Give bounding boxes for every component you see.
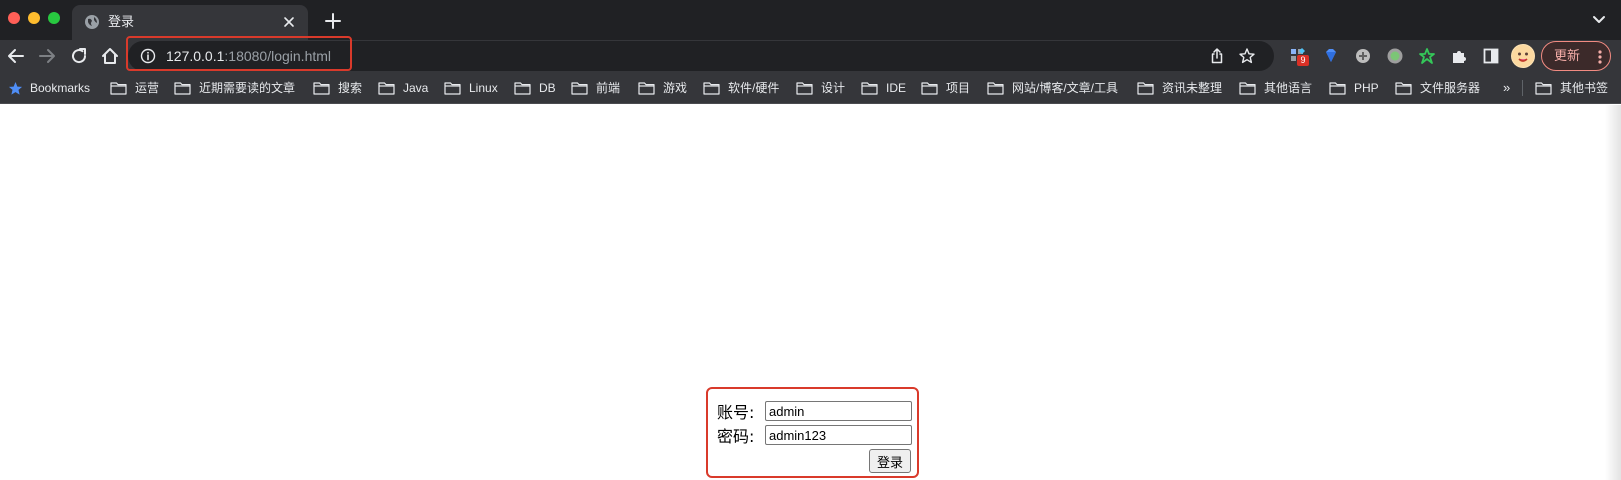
page-scroll-edge [1605, 105, 1621, 480]
bookmark-folder[interactable]: 资讯未整理 [1137, 79, 1222, 97]
bookmark-folder[interactable]: 软件/硬件 [703, 79, 779, 97]
folder-icon [444, 82, 461, 95]
profile-avatar[interactable] [1511, 44, 1535, 68]
home-icon[interactable] [98, 44, 122, 68]
bookmark-folder[interactable]: IDE [861, 79, 906, 97]
bookmark-folder[interactable]: PHP [1329, 79, 1379, 97]
bookmark-label: Linux [469, 81, 498, 95]
bookmark-label: 其他语言 [1264, 81, 1313, 95]
forward-arrow-icon[interactable] [35, 44, 59, 68]
bookmark-label: IDE [886, 81, 907, 95]
side-panel-icon[interactable] [1481, 46, 1501, 66]
bookmark-label: 其他书签 [1560, 81, 1609, 95]
update-button[interactable]: 更新 [1541, 41, 1611, 71]
bookmark-label: PHP [1354, 81, 1379, 95]
tab-strip: 登录 [0, 0, 1621, 40]
chevron-down-icon[interactable] [1591, 12, 1607, 28]
globe-icon [84, 14, 100, 30]
more-vertical-icon [1598, 49, 1602, 65]
folder-icon [1535, 82, 1552, 95]
tab-login[interactable]: 登录 [72, 5, 308, 40]
minimize-window-button[interactable] [28, 12, 40, 24]
folder-icon [313, 82, 330, 95]
bookmark-label: 网站/博客/文章/工具 [1012, 81, 1119, 95]
new-tab-button[interactable] [322, 10, 344, 32]
folder-icon [987, 82, 1004, 95]
folder-icon [638, 82, 655, 95]
bookmark-folder[interactable]: Java [378, 79, 428, 97]
folder-icon [571, 82, 588, 95]
bookmark-label: 游戏 [663, 81, 688, 95]
star-icon [8, 81, 23, 95]
bookmarks-overflow-button[interactable]: » [1503, 80, 1510, 96]
tab-title: 登录 [108, 14, 135, 29]
close-window-button[interactable] [8, 12, 20, 24]
bookmark-label: 文件服务器 [1420, 81, 1481, 95]
bookmark-folder[interactable]: 近期需要读的文章 [174, 79, 295, 97]
puzzle-icon[interactable] [1449, 46, 1469, 66]
bookmark-label: 设计 [821, 81, 846, 95]
bookmark-folder[interactable]: 设计 [796, 79, 845, 97]
bookmark-label: DB [539, 81, 556, 95]
bookmark-label: 运营 [135, 81, 160, 95]
bookmark-folder[interactable]: 运营 [110, 79, 159, 97]
url-highlight-box [126, 36, 352, 71]
folder-icon [796, 82, 813, 95]
folder-icon [1137, 82, 1154, 95]
close-icon[interactable] [280, 13, 298, 31]
folder-icon [861, 82, 878, 95]
update-button-label: 更新 [1554, 48, 1581, 63]
folder-icon [514, 82, 531, 95]
back-arrow-icon[interactable] [4, 44, 28, 68]
folder-icon [1239, 82, 1256, 95]
bookmark-label: 项目 [946, 81, 971, 95]
bookmarks-divider [1522, 80, 1523, 96]
bookmark-folder[interactable]: Linux [444, 79, 498, 97]
folder-icon [378, 82, 395, 95]
extension-badge: 9 [1297, 55, 1309, 66]
star-icon[interactable] [1238, 47, 1256, 65]
bookmark-folder[interactable]: 文件服务器 [1395, 79, 1480, 97]
bookmark-label: Java [403, 81, 429, 95]
bookmark-bookmarks[interactable]: Bookmarks [8, 79, 90, 97]
folder-icon [703, 82, 720, 95]
bookmark-label: 搜索 [338, 81, 363, 95]
bookmarks-bar: Bookmarks 运营 近期需要读的文章 搜索 Java Linux DB 前… [0, 72, 1621, 104]
other-bookmarks-folder[interactable]: 其他书签 [1535, 79, 1608, 97]
bug-extension-icon[interactable] [1417, 46, 1437, 66]
bookmark-folder[interactable]: 前端 [571, 79, 620, 97]
bookmark-label: 前端 [596, 81, 621, 95]
bookmark-label: 软件/硬件 [728, 81, 780, 95]
folder-icon [921, 82, 938, 95]
reload-icon[interactable] [67, 44, 91, 68]
folder-icon [174, 82, 191, 95]
folder-icon [1329, 82, 1346, 95]
bookmark-label: 资讯未整理 [1162, 81, 1223, 95]
gem-extension-icon[interactable] [1321, 46, 1341, 66]
folder-icon [110, 82, 127, 95]
bookmark-label: Bookmarks [30, 81, 91, 95]
form-highlight-box [706, 387, 919, 478]
extension-grid-icon[interactable]: 9 [1289, 46, 1309, 66]
bookmark-folder[interactable]: 其他语言 [1239, 79, 1312, 97]
folder-icon [1395, 82, 1412, 95]
bookmark-folder[interactable]: 搜索 [313, 79, 362, 97]
bookmark-label: 近期需要读的文章 [199, 81, 296, 95]
bookmark-folder[interactable]: 项目 [921, 79, 970, 97]
fullscreen-window-button[interactable] [48, 12, 60, 24]
bookmark-folder[interactable]: 网站/博客/文章/工具 [987, 79, 1118, 97]
share-icon[interactable] [1208, 47, 1226, 65]
shield-extension-icon[interactable] [1353, 46, 1373, 66]
bookmark-folder[interactable]: DB [514, 79, 556, 97]
green-circle-extension-icon[interactable] [1385, 46, 1405, 66]
bookmark-folder[interactable]: 游戏 [638, 79, 687, 97]
